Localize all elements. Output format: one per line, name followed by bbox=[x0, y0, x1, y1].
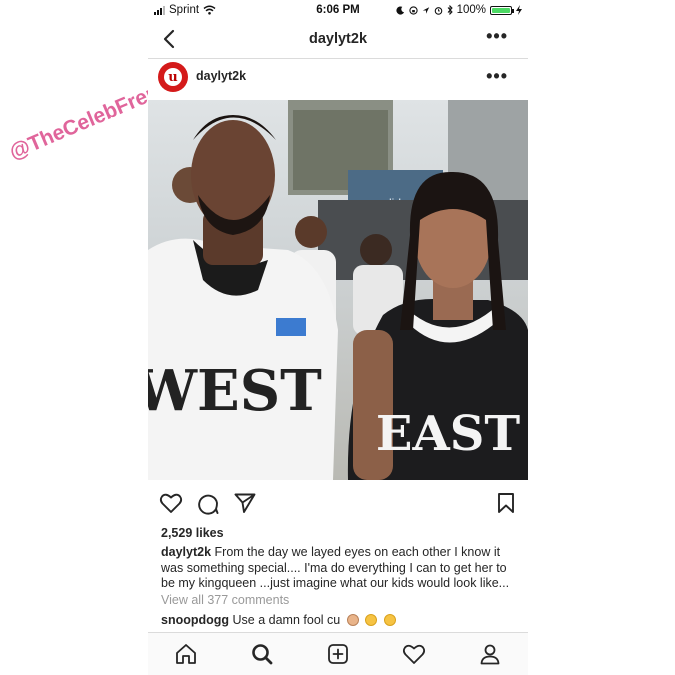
top-nav-bar: daylyt2k ••• bbox=[148, 20, 528, 59]
photo-illustration: adidas WEST EAST bbox=[148, 100, 528, 480]
bookmark-icon[interactable] bbox=[494, 491, 518, 515]
post-action-bar bbox=[148, 480, 528, 524]
top-comment: snoopdogg Use a damn fool cu bbox=[161, 613, 396, 627]
post-username[interactable]: daylyt2k bbox=[196, 69, 246, 83]
comment-username[interactable]: snoopdogg bbox=[161, 613, 229, 627]
heart-icon[interactable] bbox=[159, 491, 183, 515]
wink-tongue-emoji-icon bbox=[383, 614, 396, 626]
caption-text: From the day we layed eyes on each other… bbox=[161, 545, 510, 590]
share-icon[interactable] bbox=[233, 491, 257, 515]
instagram-post-screen: Sprint 6:06 PM 100% daylyt2k ••• u dayly… bbox=[148, 0, 528, 675]
left-jersey-logo bbox=[276, 318, 306, 336]
wink-tongue-emoji-icon bbox=[365, 614, 378, 626]
lock-rotation-icon bbox=[408, 5, 418, 15]
right-jersey-text: EAST bbox=[376, 406, 520, 462]
post-more-options-icon[interactable]: ••• bbox=[486, 66, 508, 87]
location-icon bbox=[422, 6, 429, 14]
post-caption: daylyt2k From the day we layed eyes on e… bbox=[161, 545, 519, 592]
nav-title: daylyt2k bbox=[308, 31, 368, 47]
bluetooth-icon bbox=[447, 5, 453, 15]
profile-icon[interactable] bbox=[478, 642, 502, 666]
post-photo[interactable]: adidas WEST EAST bbox=[148, 100, 528, 480]
bg-person-head bbox=[295, 216, 327, 248]
left-jersey-text: WEST bbox=[148, 358, 322, 424]
home-icon[interactable] bbox=[174, 642, 198, 666]
moon-icon bbox=[395, 5, 404, 15]
battery-percent: 100% bbox=[456, 4, 486, 16]
bg-person-head bbox=[360, 234, 392, 266]
comment-icon[interactable] bbox=[196, 491, 220, 515]
activity-heart-icon[interactable] bbox=[402, 642, 426, 666]
view-all-comments-link[interactable]: View all 377 comments bbox=[161, 593, 289, 607]
likes-count[interactable]: 2,529 likes bbox=[161, 526, 224, 540]
caption-username[interactable]: daylyt2k bbox=[161, 545, 211, 559]
nav-more-options-icon[interactable]: ••• bbox=[486, 26, 508, 47]
monkey-emoji-icon bbox=[346, 614, 359, 626]
search-icon[interactable] bbox=[250, 642, 274, 666]
status-right-group: 100% bbox=[395, 4, 522, 16]
charging-icon bbox=[516, 5, 522, 15]
comment-text: Use a damn fool cu bbox=[232, 613, 341, 627]
new-post-icon[interactable] bbox=[326, 642, 350, 666]
battery-icon bbox=[490, 5, 514, 15]
avatar[interactable]: u bbox=[158, 62, 188, 92]
post-header: u daylyt2k ••• bbox=[148, 58, 528, 100]
alarm-icon bbox=[434, 6, 442, 15]
bottom-tab-bar bbox=[148, 632, 528, 675]
avatar-letter: u bbox=[164, 68, 182, 86]
status-bar: Sprint 6:06 PM 100% bbox=[148, 0, 528, 20]
